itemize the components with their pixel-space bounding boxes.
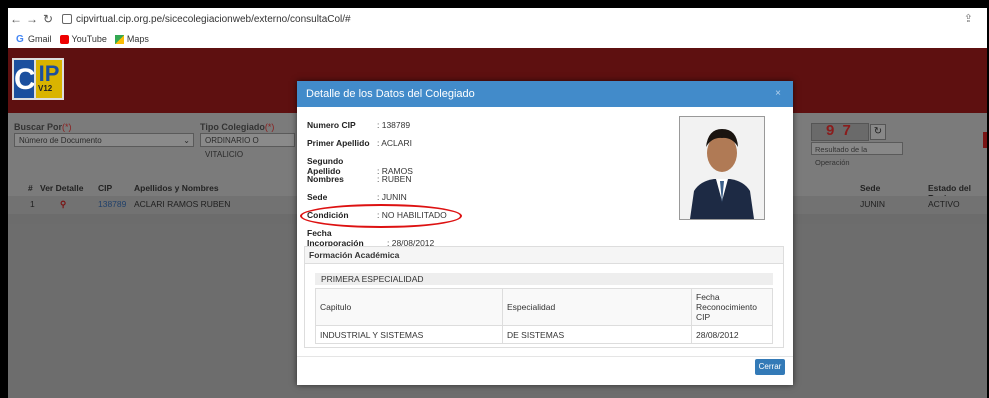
field-primer-apellido: Primer Apellido: ACLARI [307, 138, 412, 148]
google-icon: G [16, 33, 24, 45]
col-nombres: Apellidos y Nombres [134, 183, 219, 193]
tipo-select[interactable]: ORDINARIO O VITALICIO [200, 133, 295, 159]
field-segundo-apellido: Segundo Apellido: RAMOS [307, 156, 413, 176]
search-button[interactable] [983, 132, 987, 148]
col-num: # [28, 183, 33, 193]
col-cip: CIP [98, 183, 113, 193]
cerrar-button[interactable]: Cerrar [755, 359, 785, 375]
maps-icon [114, 34, 124, 44]
row-num: 1 [30, 199, 35, 209]
cell-capitulo: INDUSTRIAL Y SISTEMAS [315, 325, 503, 344]
bookmark-gmail[interactable]: G Gmail [16, 34, 52, 44]
bookmark-maps[interactable]: Maps [114, 34, 149, 44]
refresh-captcha-icon[interactable]: ↻ [870, 124, 886, 140]
bookmark-label: YouTube [71, 34, 107, 44]
field-numero-cip: Numero CIP: 138789 [307, 120, 411, 130]
detail-modal: Detalle de los Datos del Colegiado × Num… [297, 81, 793, 385]
row-sede: JUNIN [860, 199, 886, 209]
close-icon[interactable]: × [775, 81, 781, 107]
bookmark-label: Gmail [28, 34, 52, 44]
col-ver: Ver Detalle [40, 183, 84, 193]
row-estado: ACTIVO [928, 199, 960, 209]
cell-especialidad: DE SISTEMAS [502, 325, 692, 344]
modal-header: Detalle de los Datos del Colegiado × [297, 81, 793, 107]
forward-icon[interactable]: → [24, 12, 40, 26]
row-cip[interactable]: 138789 [98, 199, 126, 209]
chevron-down-icon: ⌄ [183, 136, 190, 145]
buscar-select[interactable]: Número de Documento ⌄ [14, 133, 194, 147]
field-sede: Sede: JUNIN [307, 192, 407, 202]
table-row: INDUSTRIAL Y SISTEMAS DE SISTEMAS 28/08/… [315, 325, 773, 344]
buscar-label: Buscar Por(*) [14, 122, 72, 132]
select-value: Número de Documento [19, 136, 102, 145]
logo-version: V12 [38, 84, 53, 93]
lock-icon[interactable] [62, 14, 72, 24]
formacion-title: Formación Académica [305, 247, 783, 264]
share-icon[interactable]: ⇪ [964, 12, 973, 25]
logo-c: C [12, 58, 36, 100]
browser-window: ← → ↻ cipvirtual.cip.org.pe/sicecolegiac… [8, 8, 987, 398]
field-fecha-incorporacion: Fecha Incorporación: 28/08/2012 [307, 228, 435, 248]
condition-highlight-ellipse [300, 204, 462, 228]
logo-ip: IP [34, 58, 64, 100]
bookmark-label: Maps [126, 34, 149, 44]
url-text[interactable]: cipvirtual.cip.org.pe/sicecolegiacionweb… [76, 14, 351, 25]
modal-title: Detalle de los Datos del Colegiado [306, 88, 475, 100]
especialidad-table: Capitulo Especialidad Fecha Reconocimien… [315, 288, 773, 344]
cell-fecha: 28/08/2012 [691, 325, 773, 344]
field-nombres: Nombres: RUBEN [307, 174, 412, 184]
bookmark-youtube[interactable]: YouTube [59, 34, 107, 44]
col-especialidad: Especialidad [502, 288, 692, 326]
result-label: Resultado de la Operación [811, 142, 903, 167]
col-fecha: Fecha Reconocimiento CIP [691, 288, 773, 326]
back-icon[interactable]: ← [8, 12, 24, 26]
col-sede: Sede [860, 183, 881, 193]
tipo-label: Tipo Colegiado(*) [200, 122, 275, 132]
captcha-image: 9 7 [811, 122, 869, 141]
especialidad-header: PRIMERA ESPECIALIDAD [315, 273, 773, 285]
modal-footer-divider [297, 356, 793, 357]
address-bar: ← → ↻ cipvirtual.cip.org.pe/sicecolegiac… [8, 8, 987, 30]
member-photo [679, 116, 765, 220]
youtube-icon [59, 34, 69, 44]
formacion-academica-panel: Formación Académica PRIMERA ESPECIALIDAD… [304, 246, 784, 348]
bookmarks-bar: G Gmail YouTube Maps [8, 30, 987, 48]
search-icon[interactable]: ⚲ [60, 199, 66, 210]
row-nombres: ACLARI RAMOS RUBEN [134, 199, 231, 209]
cip-logo: C IP V12 [12, 58, 64, 100]
reload-icon[interactable]: ↻ [40, 12, 56, 26]
col-capitulo: Capitulo [315, 288, 503, 326]
